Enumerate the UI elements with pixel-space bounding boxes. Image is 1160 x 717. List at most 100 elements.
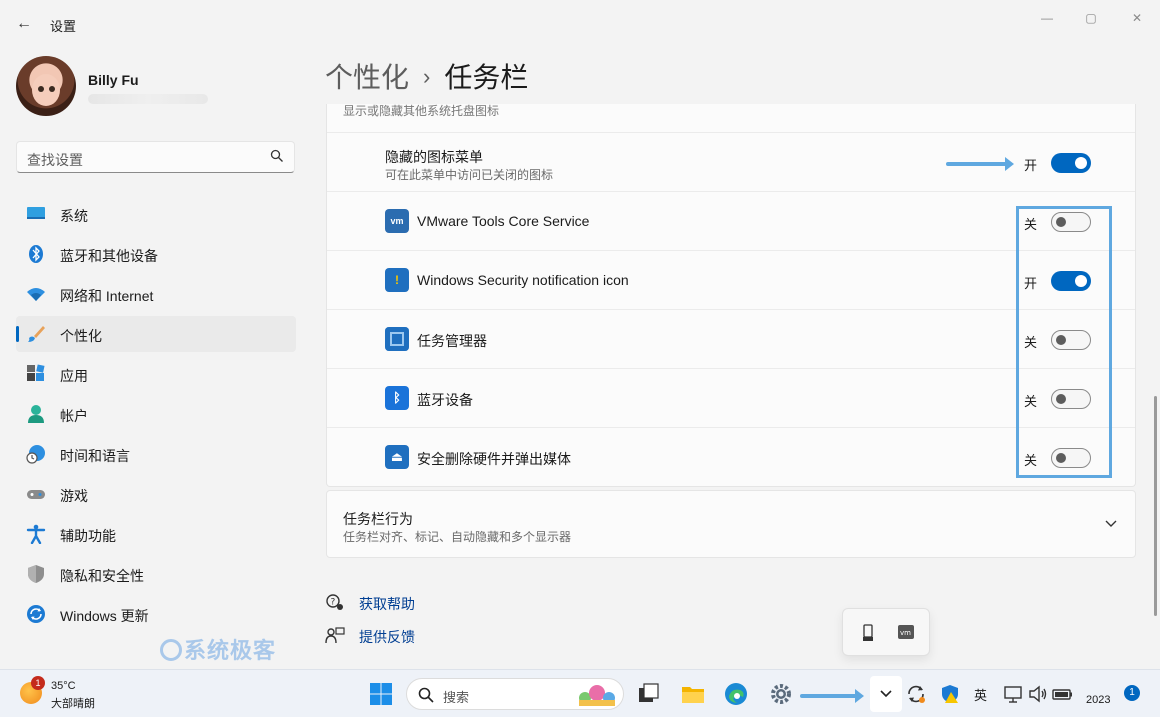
breadcrumb-separator: ›: [423, 64, 431, 89]
annotation-highlight-box: [1016, 206, 1112, 478]
row-title: 任务管理器: [417, 333, 487, 349]
user-name: Billy Fu: [88, 72, 139, 88]
minimize-button[interactable]: —: [1032, 8, 1062, 28]
tray-icons-card: 显示或隐藏其他系统托盘图标 隐藏的图标菜单 可在此菜单中访问已关闭的图标 开 v…: [326, 104, 1136, 487]
breadcrumb: 个性化 › 任务栏: [325, 56, 528, 96]
get-help-link[interactable]: 获取帮助: [359, 594, 415, 614]
tray-item-row: 任务管理器 关: [327, 309, 1135, 368]
tray-overflow-popup: vm: [842, 608, 930, 656]
tray-item-row: ⏏ 安全删除硬件并弹出媒体 关: [327, 427, 1135, 486]
breadcrumb-parent[interactable]: 个性化: [325, 62, 409, 93]
feedback-link[interactable]: 提供反馈: [359, 627, 415, 647]
usb-eject-icon[interactable]: [861, 624, 875, 642]
close-button[interactable]: ✕: [1122, 8, 1152, 28]
back-arrow-icon[interactable]: ←: [12, 12, 36, 36]
row-title: VMware Tools Core Service: [417, 213, 590, 229]
svg-text:vm: vm: [900, 629, 911, 637]
nav-label: 隐私和安全性: [60, 568, 144, 584]
taskbar-search-label: 搜索: [443, 690, 470, 705]
nav-label: 蓝牙和其他设备: [60, 248, 158, 264]
tray-overflow-button[interactable]: [870, 676, 902, 712]
nav-label: 网络和 Internet: [60, 288, 154, 304]
notification-badge[interactable]: 1: [1124, 685, 1140, 701]
clock[interactable]: 2023: [1086, 694, 1110, 706]
row-title: 隐藏的图标菜单: [385, 149, 483, 165]
sidebar-item-accessibility[interactable]: 辅助功能: [16, 516, 296, 552]
system-icon: [27, 207, 45, 219]
sidebar-item-accounts[interactable]: 帐户: [16, 396, 296, 432]
volume-icon[interactable]: [1028, 684, 1048, 704]
nav-label: 应用: [60, 368, 88, 384]
maximize-button[interactable]: ▢: [1076, 8, 1106, 28]
sidebar-item-network[interactable]: 网络和 Internet: [16, 276, 296, 312]
network-monitor-icon[interactable]: [1003, 684, 1023, 704]
settings-search-input[interactable]: 查找设置: [16, 141, 295, 173]
update-icon: [27, 605, 45, 623]
tray-item-row: ! Windows Security notification icon 开: [327, 250, 1135, 309]
row-title: 安全删除硬件并弹出媒体: [417, 451, 571, 467]
battery-icon[interactable]: [1052, 684, 1074, 704]
weather-badge: 1: [31, 676, 45, 690]
wifi-icon: [27, 288, 45, 301]
start-icon[interactable]: [369, 682, 393, 706]
sidebar-item-gaming[interactable]: 游戏: [16, 476, 296, 512]
weather-temperature: 35°C: [51, 680, 76, 692]
user-email-blurred: [88, 94, 208, 104]
sidebar-item-apps[interactable]: 应用: [16, 356, 296, 392]
help-icon: ?: [326, 594, 343, 610]
nav-label: 系统: [60, 208, 88, 224]
sync-icon[interactable]: [906, 684, 926, 704]
sidebar-item-personalization[interactable]: 个性化: [16, 316, 296, 352]
nav-label: 辅助功能: [60, 528, 116, 544]
tray-item-row: vm VMware Tools Core Service 关: [327, 191, 1135, 250]
task-manager-icon: [385, 327, 409, 351]
sidebar-item-windows-update[interactable]: Windows 更新: [16, 596, 296, 632]
edge-icon[interactable]: [724, 682, 748, 706]
page-title: 任务栏: [444, 62, 529, 93]
row-title: 任务栏行为: [343, 511, 413, 527]
shield-icon: [28, 565, 44, 583]
bluetooth-icon: [29, 245, 43, 263]
taskbar-search-box[interactable]: 搜索: [406, 678, 624, 710]
chevron-down-icon[interactable]: [1105, 517, 1117, 529]
sidebar-item-bluetooth[interactable]: 蓝牙和其他设备: [16, 236, 296, 272]
nav-label: 游戏: [60, 488, 88, 504]
row-subtitle: 任务栏对齐、标记、自动隐藏和多个显示器: [343, 530, 572, 544]
nav-label: 个性化: [60, 328, 102, 344]
title-bar: ← 设置 — ▢ ✕: [0, 0, 1160, 48]
globe-clock-icon: [26, 445, 45, 464]
annotation-arrow: [946, 157, 1014, 171]
app-title: 设置: [50, 19, 77, 34]
nav-label: Windows 更新: [60, 608, 149, 624]
weather-description: 大部晴朗: [51, 698, 95, 710]
sidebar-item-system[interactable]: 系统: [16, 196, 296, 232]
task-view-icon[interactable]: [637, 682, 661, 706]
user-profile[interactable]: Billy Fu: [16, 56, 296, 120]
settings-gear-icon[interactable]: [769, 682, 793, 706]
vmware-icon[interactable]: vm: [897, 624, 915, 640]
hidden-icon-menu-toggle[interactable]: [1051, 153, 1091, 173]
chevron-down-icon: [880, 690, 892, 698]
search-icon[interactable]: [270, 149, 284, 163]
account-icon: [28, 405, 44, 423]
sidebar-item-privacy[interactable]: 隐私和安全性: [16, 556, 296, 592]
apps-icon: [27, 364, 45, 381]
watermark: 系统极客: [160, 633, 276, 665]
toggle-state-label: 开: [1024, 158, 1038, 173]
nav-label: 帐户: [60, 408, 88, 424]
gamepad-icon: [27, 490, 45, 499]
tray-item-row: ᛒ 蓝牙设备 关: [327, 368, 1135, 427]
file-explorer-icon[interactable]: [681, 682, 705, 706]
scrollbar[interactable]: [1154, 396, 1157, 616]
search-icon: [418, 687, 434, 703]
taskbar: 1 35°C 大部晴朗 搜索 英 2023 1: [0, 669, 1160, 717]
row-title: 蓝牙设备: [417, 392, 473, 408]
avatar: [16, 56, 76, 116]
search-placeholder: 查找设置: [27, 152, 83, 168]
accessibility-icon: [26, 524, 46, 544]
ime-indicator[interactable]: 英: [974, 685, 987, 704]
sidebar-item-time-language[interactable]: 时间和语言: [16, 436, 296, 472]
taskbar-behaviors-card[interactable]: 任务栏行为 任务栏对齐、标记、自动隐藏和多个显示器: [326, 490, 1136, 558]
windows-security-tray-icon[interactable]: [940, 684, 960, 704]
annotation-arrow: [800, 689, 864, 703]
